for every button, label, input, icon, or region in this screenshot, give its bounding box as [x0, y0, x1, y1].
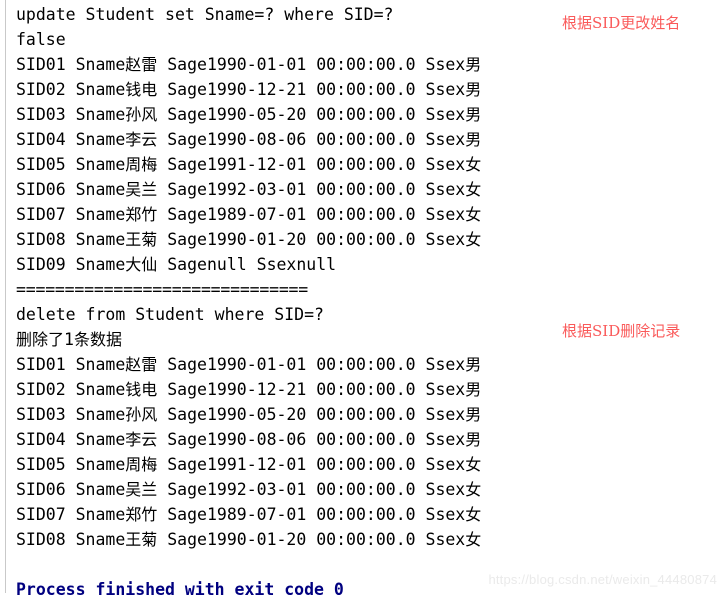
cjk-text: 男	[465, 405, 482, 424]
console-line-row-a-7: SID07 Sname郑竹 Sage1989-07-01 00:00:00.0 …	[16, 205, 482, 224]
cjk-text: 吴兰	[125, 480, 158, 499]
annotation-update-by-sid: 根据SID更改姓名	[562, 14, 681, 32]
cjk-text: 李云	[125, 130, 158, 149]
console-line-row-b-6: SID06 Sname吴兰 Sage1992-03-01 00:00:00.0 …	[16, 480, 482, 499]
cjk-text: 女	[465, 180, 482, 199]
console-line-row-b-4: SID04 Sname李云 Sage1990-08-06 00:00:00.0 …	[16, 430, 482, 449]
cjk-text: 孙风	[125, 405, 158, 424]
console-line-separator: ==============================	[16, 280, 309, 299]
cjk-text: 王菊	[125, 230, 158, 249]
cjk-text: 男	[465, 80, 482, 99]
cjk-text: 赵雷	[125, 55, 158, 74]
cjk-text: 男	[465, 430, 482, 449]
console-output-panel[interactable]: update Student set Sname=? where SID=? fa…	[0, 0, 723, 599]
cjk-text: 女	[465, 455, 482, 474]
cjk-text: 女	[465, 480, 482, 499]
cjk-text: 女	[465, 205, 482, 224]
console-line-row-a-9: SID09 Sname大仙 Sagenull Ssexnull	[16, 255, 337, 274]
cjk-text: 郑竹	[125, 505, 158, 524]
cjk-text: 条数据	[73, 330, 122, 349]
cjk-text: 王菊	[125, 530, 158, 549]
console-line-row-a-2: SID02 Sname钱电 Sage1990-12-21 00:00:00.0 …	[16, 80, 482, 99]
console-line-row-b-7: SID07 Sname郑竹 Sage1989-07-01 00:00:00.0 …	[16, 505, 482, 524]
cjk-text: 赵雷	[125, 355, 158, 374]
console-text-area[interactable]: update Student set Sname=? where SID=? fa…	[16, 2, 716, 602]
annotation-delete-by-sid: 根据SID删除记录	[562, 322, 681, 340]
cjk-text: 周梅	[125, 455, 158, 474]
console-line-row-b-1: SID01 Sname赵雷 Sage1990-01-01 00:00:00.0 …	[16, 355, 482, 374]
cjk-text: 男	[465, 55, 482, 74]
console-line-row-b-5: SID05 Sname周梅 Sage1991-12-01 00:00:00.0 …	[16, 455, 482, 474]
console-line-row-a-3: SID03 Sname孙风 Sage1990-05-20 00:00:00.0 …	[16, 105, 482, 124]
blog-watermark: https://blog.csdn.net/weixin_44480874	[488, 572, 717, 587]
cjk-text: 男	[465, 380, 482, 399]
cjk-text: 大仙	[125, 255, 158, 274]
cjk-text: 男	[465, 130, 482, 149]
cjk-text: 钱电	[125, 380, 158, 399]
console-line-row-a-1: SID01 Sname赵雷 Sage1990-01-01 00:00:00.0 …	[16, 55, 482, 74]
cjk-text: 钱电	[125, 80, 158, 99]
cjk-text: 郑竹	[125, 205, 158, 224]
cjk-text: 男	[465, 355, 482, 374]
cjk-text: 吴兰	[125, 180, 158, 199]
console-gutter-divider	[5, 0, 6, 593]
console-line-row-a-6: SID06 Sname吴兰 Sage1992-03-01 00:00:00.0 …	[16, 180, 482, 199]
cjk-text: 李云	[125, 430, 158, 449]
cjk-text: 女	[465, 530, 482, 549]
cjk-text: 男	[465, 105, 482, 124]
cjk-text: 女	[465, 155, 482, 174]
cjk-text: 孙风	[125, 105, 158, 124]
console-line-row-b-3: SID03 Sname孙风 Sage1990-05-20 00:00:00.0 …	[16, 405, 482, 424]
console-line-row-b-8: SID08 Sname王菊 Sage1990-01-20 00:00:00.0 …	[16, 530, 482, 549]
cjk-text: 删除了	[16, 330, 65, 349]
console-line-row-a-8: SID08 Sname王菊 Sage1990-01-20 00:00:00.0 …	[16, 230, 482, 249]
cjk-text: 女	[465, 230, 482, 249]
cjk-text: 周梅	[125, 155, 158, 174]
cjk-text: 女	[465, 505, 482, 524]
console-line-row-b-2: SID02 Sname钱电 Sage1990-12-21 00:00:00.0 …	[16, 380, 482, 399]
console-line-row-a-4: SID04 Sname李云 Sage1990-08-06 00:00:00.0 …	[16, 130, 482, 149]
console-line-row-a-5: SID05 Sname周梅 Sage1991-12-01 00:00:00.0 …	[16, 155, 482, 174]
